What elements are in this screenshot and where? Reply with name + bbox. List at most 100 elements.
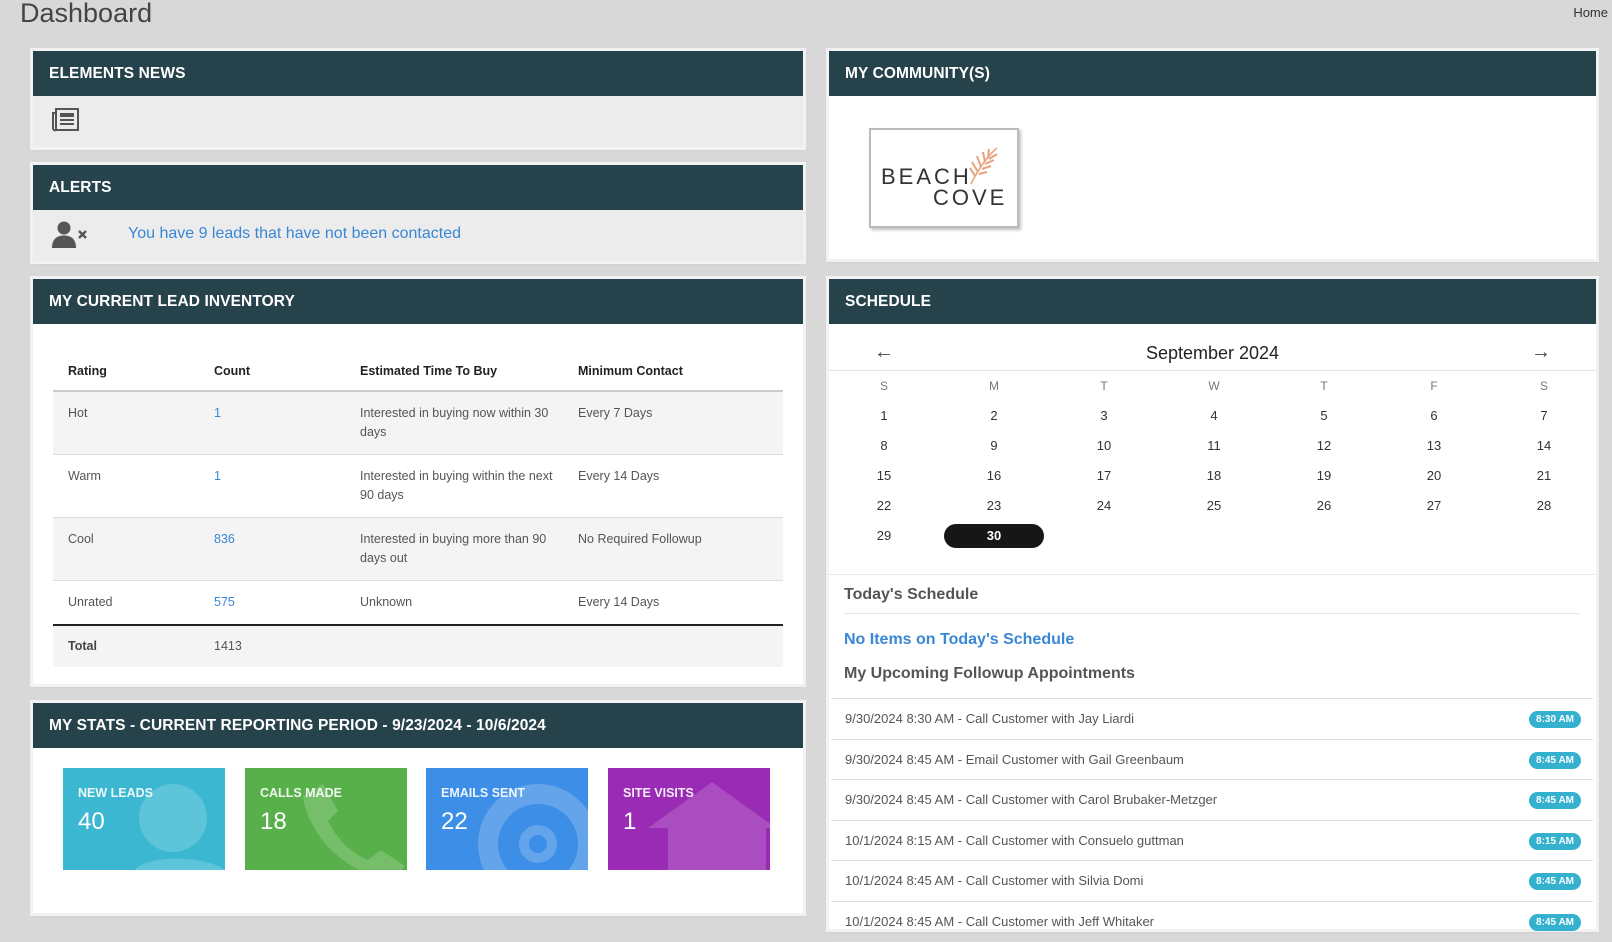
next-month-button[interactable]: → bbox=[1531, 341, 1551, 364]
alerts-panel-title: ALERTS bbox=[33, 165, 803, 210]
todays-schedule-heading: Today's Schedule bbox=[844, 586, 978, 604]
weekday-row: S M T W T F S bbox=[829, 371, 1596, 401]
calendar-day[interactable]: 17 bbox=[1049, 461, 1159, 491]
beach-cove-logo[interactable]: BEACH COVE bbox=[869, 128, 1019, 228]
calendar-day[interactable]: 1 bbox=[829, 401, 939, 431]
calendar-day-number: 12 bbox=[1317, 438, 1331, 453]
appointment-text: 10/1/2024 8:15 AM - Call Customer with C… bbox=[845, 833, 1184, 848]
calendar-day[interactable]: 20 bbox=[1379, 461, 1489, 491]
calendar-day[interactable]: 14 bbox=[1489, 431, 1599, 461]
site-visits-tile[interactable]: SITE VISITS 1 bbox=[608, 768, 770, 870]
no-items-message: No Items on Today's Schedule bbox=[844, 631, 1074, 649]
community-panel: MY COMMUNITY(S) BEACH COVE bbox=[829, 51, 1596, 259]
rating-cell: Unrated bbox=[53, 581, 199, 626]
time-to-buy-cell: Unknown bbox=[345, 581, 563, 626]
calendar-day[interactable]: 26 bbox=[1269, 491, 1379, 521]
calendar-day[interactable]: 7 bbox=[1489, 401, 1599, 431]
calendar-day[interactable]: 18 bbox=[1159, 461, 1269, 491]
appointment-item[interactable]: 10/1/2024 8:45 AM - Call Customer with J… bbox=[831, 902, 1593, 942]
calendar-day[interactable]: 24 bbox=[1049, 491, 1159, 521]
appointment-item[interactable]: 10/1/2024 8:45 AM - Call Customer with S… bbox=[831, 861, 1593, 902]
calendar-day-number: 1 bbox=[880, 408, 887, 423]
calendar-day[interactable]: 29 bbox=[829, 521, 939, 551]
time-badge: 8:15 AM bbox=[1529, 833, 1581, 850]
min-contact-cell: No Required Followup bbox=[563, 518, 783, 581]
appointment-list: 9/30/2024 8:30 AM - Call Customer with J… bbox=[831, 698, 1593, 942]
calendar-day[interactable]: 2 bbox=[939, 401, 1049, 431]
calendar-day-number: 11 bbox=[1207, 438, 1221, 453]
count-link[interactable]: 1 bbox=[214, 469, 221, 483]
calendar-day-number: 9 bbox=[990, 438, 997, 453]
calendar-day[interactable]: 6 bbox=[1379, 401, 1489, 431]
calendar-day-number: 25 bbox=[1207, 498, 1221, 513]
weekday-label: S bbox=[829, 371, 939, 401]
new-leads-tile[interactable]: NEW LEADS 40 bbox=[63, 768, 225, 870]
calendar-day[interactable]: 4 bbox=[1159, 401, 1269, 431]
calendar-day[interactable]: 11 bbox=[1159, 431, 1269, 461]
calendar-day[interactable]: 16 bbox=[939, 461, 1049, 491]
time-badge: 8:45 AM bbox=[1529, 873, 1581, 890]
calendar-day-number: 29 bbox=[877, 528, 891, 543]
calendar-day[interactable]: 13 bbox=[1379, 431, 1489, 461]
calendar-day[interactable]: 28 bbox=[1489, 491, 1599, 521]
appointment-item[interactable]: 9/30/2024 8:45 AM - Email Customer with … bbox=[831, 740, 1593, 781]
calendar-day-number: 7 bbox=[1540, 408, 1547, 423]
calendar-day[interactable]: 8 bbox=[829, 431, 939, 461]
calendar-day-number: 20 bbox=[1427, 468, 1441, 483]
calendar-day[interactable]: 25 bbox=[1159, 491, 1269, 521]
calendar-day[interactable]: 12 bbox=[1269, 431, 1379, 461]
emails-sent-tile[interactable]: EMAILS SENT 22 bbox=[426, 768, 588, 870]
newspaper-icon[interactable] bbox=[52, 107, 80, 133]
calendar-day-number: 2 bbox=[990, 408, 997, 423]
appointment-item[interactable]: 9/30/2024 8:30 AM - Call Customer with J… bbox=[831, 699, 1593, 740]
calendar-day-number: 28 bbox=[1537, 498, 1551, 513]
schedule-divider bbox=[829, 574, 1596, 575]
page-title: Dashboard bbox=[20, 0, 152, 29]
count-link[interactable]: 836 bbox=[214, 532, 235, 546]
calendar-day-number: 5 bbox=[1320, 408, 1327, 423]
calendar-day-number: 27 bbox=[1427, 498, 1441, 513]
calendar-grid: S M T W T F S 12345678910111213141516171… bbox=[829, 371, 1596, 551]
calendar-day-number: 19 bbox=[1317, 468, 1331, 483]
calendar-day-number: 22 bbox=[877, 498, 891, 513]
calendar-day[interactable]: 21 bbox=[1489, 461, 1599, 491]
rating-cell: Hot bbox=[53, 391, 199, 455]
count-link[interactable]: 575 bbox=[214, 595, 235, 609]
count-link[interactable]: 1 bbox=[214, 406, 221, 420]
calendar-day[interactable]: 15 bbox=[829, 461, 939, 491]
calendar-day[interactable]: 22 bbox=[829, 491, 939, 521]
calendar-day[interactable]: 27 bbox=[1379, 491, 1489, 521]
calendar-day[interactable]: 19 bbox=[1269, 461, 1379, 491]
time-to-buy-cell: Interested in buying more than 90 days o… bbox=[345, 518, 563, 581]
appointment-text: 9/30/2024 8:45 AM - Email Customer with … bbox=[845, 752, 1184, 767]
calendar-day[interactable]: 5 bbox=[1269, 401, 1379, 431]
stat-value: 40 bbox=[78, 808, 105, 836]
calendar-day-number: 15 bbox=[877, 468, 891, 483]
uncontacted-leads-link[interactable]: You have 9 leads that have not been cont… bbox=[128, 225, 461, 243]
table-header-row: Rating Count Estimated Time To Buy Minim… bbox=[53, 351, 783, 391]
upcoming-appointments-heading: My Upcoming Followup Appointments bbox=[844, 665, 1135, 683]
news-panel: ELEMENTS NEWS bbox=[33, 51, 803, 147]
lead-inventory-panel: MY CURRENT LEAD INVENTORY Rating Count E… bbox=[33, 279, 803, 684]
alerts-panel-body: You have 9 leads that have not been cont… bbox=[33, 210, 803, 261]
calendar-day-today[interactable]: 30 bbox=[939, 521, 1049, 551]
calendar-day[interactable]: 10 bbox=[1049, 431, 1159, 461]
column-header: Rating bbox=[53, 351, 199, 391]
appointment-text: 10/1/2024 8:45 AM - Call Customer with S… bbox=[845, 873, 1143, 888]
calendar-day-number: 14 bbox=[1537, 438, 1551, 453]
calendar-day[interactable]: 9 bbox=[939, 431, 1049, 461]
calendar-day[interactable]: 23 bbox=[939, 491, 1049, 521]
stat-label: SITE VISITS bbox=[623, 786, 694, 800]
appointment-item[interactable]: 10/1/2024 8:15 AM - Call Customer with C… bbox=[831, 821, 1593, 862]
time-badge: 8:45 AM bbox=[1529, 752, 1581, 769]
calls-made-tile[interactable]: CALLS MADE 18 bbox=[245, 768, 407, 870]
calendar-day[interactable]: 3 bbox=[1049, 401, 1159, 431]
time-to-buy-cell: Interested in buying now within 30 days bbox=[345, 391, 563, 455]
total-value: 1413 bbox=[199, 625, 345, 667]
calendar-week-row: 15 161718 19 20 21 bbox=[829, 461, 1596, 491]
stats-panel: MY STATS - CURRENT REPORTING PERIOD - 9/… bbox=[33, 703, 803, 913]
appointment-item[interactable]: 9/30/2024 8:45 AM - Call Customer with C… bbox=[831, 780, 1593, 821]
calendar-day-number: 21 bbox=[1537, 468, 1551, 483]
calendar-day-number: 30 bbox=[944, 524, 1044, 548]
breadcrumb-home-link[interactable]: Home bbox=[1573, 5, 1608, 20]
